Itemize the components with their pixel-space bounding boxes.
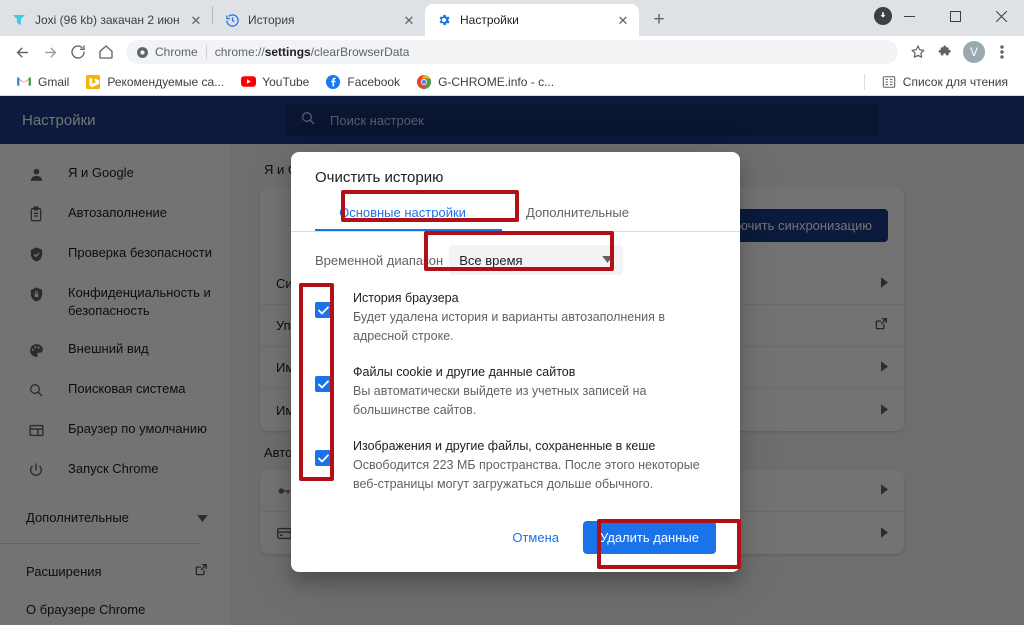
bookmark-item[interactable]: Рекомендуемые са... xyxy=(77,71,232,93)
reading-list-button[interactable]: Список для чтения xyxy=(873,71,1016,93)
time-range-label: Временной диапазон xyxy=(315,252,444,268)
checkbox-checked-icon[interactable] xyxy=(315,302,331,318)
time-range-row: Временной диапазон Все время xyxy=(315,232,716,288)
reading-list-icon xyxy=(881,74,897,90)
tab-advanced[interactable]: Дополнительные xyxy=(490,196,665,231)
reload-icon[interactable] xyxy=(64,38,92,66)
browser-tab-title: История xyxy=(248,13,295,27)
tab-basic[interactable]: Основные настройки xyxy=(315,196,490,231)
browser-tab-strip: Joxi (96 kb) закачан 2 июня 202 ✕ Истори… xyxy=(0,0,1024,36)
url-suffix: /clearBrowserData xyxy=(310,45,410,59)
reading-list-label: Список для чтения xyxy=(902,74,1008,89)
checkbox-checked-icon[interactable] xyxy=(315,376,331,392)
time-range-value: Все время xyxy=(459,252,523,268)
reading-list-area: Список для чтения xyxy=(863,71,1016,93)
youtube-icon xyxy=(240,74,256,90)
delete-data-button[interactable]: Удалить данные xyxy=(583,521,716,554)
bookmark-label: Facebook xyxy=(347,74,401,89)
home-icon[interactable] xyxy=(92,38,120,66)
minimize-button[interactable] xyxy=(886,0,932,32)
maximize-button[interactable] xyxy=(932,0,978,32)
url-bold: settings xyxy=(264,45,311,59)
avatar-initial: V xyxy=(963,41,985,63)
bookmark-item[interactable]: Facebook xyxy=(317,71,408,93)
url-text: chrome://settings/clearBrowserData xyxy=(215,45,410,59)
puzzle-icon[interactable] xyxy=(932,38,960,66)
active-tab-underline xyxy=(315,229,502,231)
checkbox-description: Вы автоматически выйдете из учетных запи… xyxy=(353,384,647,417)
close-icon[interactable]: ✕ xyxy=(188,12,204,28)
checkbox-title: Изображения и другие файлы, сохраненные … xyxy=(353,439,656,453)
browser-tab-title: Joxi (96 kb) закачан 2 июня 202 xyxy=(35,13,180,27)
checkbox-title: Файлы cookie и другие данные сайтов xyxy=(353,365,576,379)
dialog-body: Временной диапазон Все время История бра… xyxy=(291,232,740,521)
time-range-select[interactable]: Все время xyxy=(449,245,624,275)
forward-arrow-icon[interactable] xyxy=(36,38,64,66)
checkbox-item-history[interactable]: История браузера Будет удалена история и… xyxy=(315,288,716,346)
site-chip: Chrome xyxy=(136,45,198,59)
bing-icon xyxy=(85,74,101,90)
close-icon[interactable]: ✕ xyxy=(615,12,631,28)
window-controls xyxy=(886,0,1024,32)
three-dot-menu-icon[interactable] xyxy=(988,38,1016,66)
browser-tab-1[interactable]: Joxi (96 kb) закачан 2 июня 202 ✕ xyxy=(0,4,212,36)
facebook-icon xyxy=(325,74,341,90)
browser-tab-3[interactable]: Настройки ✕ xyxy=(425,4,639,36)
checkbox-text: Изображения и другие файлы, сохраненные … xyxy=(353,436,716,494)
bookmark-label: G-CHROME.info - c... xyxy=(438,74,555,89)
bookmark-item[interactable]: G-CHROME.info - c... xyxy=(408,71,562,93)
url-prefix: chrome:// xyxy=(214,45,265,59)
close-button[interactable] xyxy=(978,0,1024,32)
star-icon[interactable] xyxy=(904,38,932,66)
dialog-tabs: Основные настройки Дополнительные xyxy=(291,196,740,232)
browser-toolbar: Chrome chrome://settings/clearBrowserDat… xyxy=(0,36,1024,68)
bookmark-item[interactable]: Gmail xyxy=(8,71,77,93)
bookmark-label: YouTube xyxy=(262,74,310,89)
bookmark-label: Рекомендуемые са... xyxy=(107,74,225,89)
site-chip-label: Chrome xyxy=(155,45,198,59)
checkbox-item-cookies[interactable]: Файлы cookie и другие данные сайтов Вы а… xyxy=(315,362,716,420)
gmail-icon xyxy=(16,74,32,90)
new-tab-button[interactable]: + xyxy=(645,6,673,34)
checkbox-description: Освободится 223 МБ пространства. После э… xyxy=(353,458,700,491)
bookmark-label: Gmail xyxy=(38,74,70,89)
bookmarks-divider xyxy=(863,73,865,90)
clear-browsing-data-dialog: Очистить историю Основные настройки Допо… xyxy=(291,152,740,572)
checkbox-description: Будет удалена история и варианты автозап… xyxy=(353,310,666,343)
checkbox-text: Файлы cookie и другие данные сайтов Вы а… xyxy=(353,362,716,420)
close-icon[interactable]: ✕ xyxy=(401,12,417,28)
dialog-title: Очистить историю xyxy=(315,169,444,186)
browser-tab-2[interactable]: История ✕ xyxy=(213,4,425,36)
dialog-footer: Отмена Удалить данные xyxy=(291,521,740,572)
checkbox-title: История браузера xyxy=(353,291,459,305)
omnibox-divider xyxy=(205,45,207,59)
caret-down-icon xyxy=(602,255,613,266)
history-icon xyxy=(224,12,240,28)
address-bar[interactable]: Chrome chrome://settings/clearBrowserDat… xyxy=(126,40,898,64)
joxi-icon xyxy=(11,12,27,28)
bookmark-item[interactable]: YouTube xyxy=(232,71,317,93)
settings-gear-icon xyxy=(436,12,452,28)
back-arrow-icon[interactable] xyxy=(8,38,36,66)
browser-tab-title: Настройки xyxy=(460,13,519,27)
bookmarks-bar: Gmail Рекомендуемые са... YouTube Facebo… xyxy=(0,68,1024,96)
checkbox-item-cache[interactable]: Изображения и другие файлы, сохраненные … xyxy=(315,436,716,494)
avatar[interactable]: V xyxy=(960,38,988,66)
checkbox-text: История браузера Будет удалена история и… xyxy=(353,288,716,346)
checkbox-checked-icon[interactable] xyxy=(315,450,331,466)
cancel-button[interactable]: Отмена xyxy=(496,521,575,554)
chrome-icon xyxy=(416,74,432,90)
